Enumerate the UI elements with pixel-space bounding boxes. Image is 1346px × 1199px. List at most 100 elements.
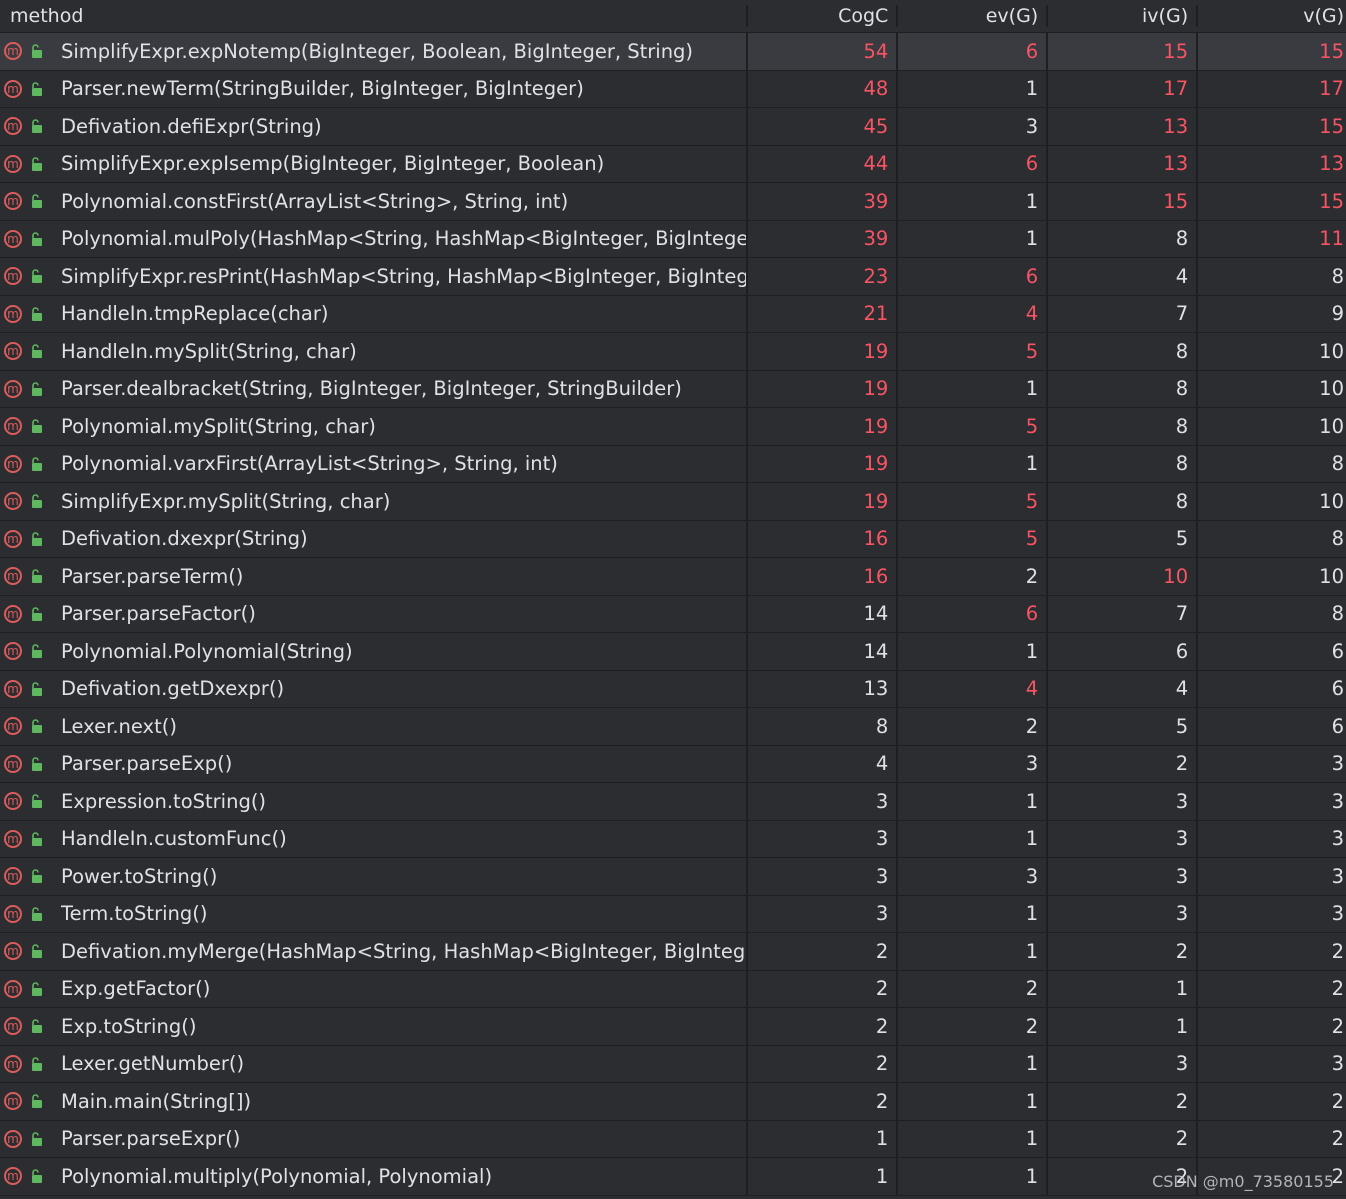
- cell-v: 8: [1331, 264, 1344, 288]
- cell-iv: 8: [1048, 445, 1199, 482]
- table-row[interactable]: m Parser.newTerm(StringBuilder, BigIntege…: [0, 70, 1346, 108]
- table-row[interactable]: m Polynomial.constFirst(ArrayList<String>…: [0, 183, 1346, 221]
- cell-iv: 5: [1048, 520, 1199, 557]
- cell-iv: 3: [1048, 858, 1199, 895]
- cell-cogc: 3: [748, 820, 899, 857]
- cell-v: 3: [1331, 864, 1344, 888]
- table-row[interactable]: m Polynomial.mySplit(String, char) 19 5 8 10: [0, 408, 1346, 446]
- cell-method: m Defivation.getDxexpr(): [0, 670, 749, 707]
- table-row[interactable]: m Power.toString() 3 3 3 3: [0, 858, 1346, 896]
- cell-ev: 3: [898, 745, 1049, 782]
- cell-ev: 4: [898, 670, 1049, 707]
- cell-method: m Parser.parseFactor(): [0, 595, 749, 632]
- public-lock-icon: [32, 756, 42, 771]
- method-icon: m: [4, 1017, 22, 1036]
- public-lock-icon: [32, 944, 42, 959]
- public-lock-icon: [32, 569, 42, 584]
- cell-ev: 2: [898, 558, 1049, 595]
- cell-ev: 5: [898, 333, 1049, 370]
- table-row[interactable]: m SimplifyExpr.resPrint(HashMap<String, H…: [0, 258, 1346, 296]
- table-row[interactable]: m Exp.getFactor() 2 2 1 2: [0, 970, 1346, 1008]
- table-row[interactable]: m Polynomial.Polynomial(String) 14 1 6 6: [0, 633, 1346, 671]
- table-row[interactable]: m Parser.parseTerm() 16 2 10 10: [0, 558, 1346, 596]
- table-row[interactable]: m Defivation.getDxexpr() 13 4 4 6: [0, 670, 1346, 708]
- column-header-method[interactable]: method: [0, 5, 749, 27]
- public-lock-icon: [32, 419, 42, 434]
- cell-method: m Defivation.defiExpr(String): [0, 108, 749, 145]
- method-name: Parser.parseTerm(): [61, 564, 244, 588]
- table-row[interactable]: m Defivation.myMerge(HashMap<String, Hash…: [0, 933, 1346, 971]
- table-row[interactable]: m Defivation.dxexpr(String) 16 5 5 8: [0, 520, 1346, 558]
- cell-v: 3: [1331, 827, 1344, 851]
- table-row[interactable]: m Lexer.next() 8 2 5 6: [0, 708, 1346, 746]
- table-row[interactable]: m HandleIn.customFunc() 3 1 3 3: [0, 820, 1346, 858]
- cell-ev: 6: [898, 258, 1049, 295]
- cell-ev: 6: [898, 33, 1049, 70]
- table-row[interactable]: m Polynomial.mulPoly(HashMap<String, Hash…: [0, 220, 1346, 258]
- method-icon: m: [4, 717, 22, 736]
- method-icon: m: [4, 79, 22, 98]
- table-row[interactable]: m Parser.parseFactor() 14 6 7 8: [0, 595, 1346, 633]
- method-name: Polynomial.multiply(Polynomial, Polynomi…: [61, 1164, 493, 1188]
- table-row[interactable]: m Parser.parseExp() 4 3 2 3: [0, 745, 1346, 783]
- cell-cogc: 16: [748, 558, 899, 595]
- cell-cogc: 2: [748, 1083, 899, 1120]
- method-icon: m: [4, 942, 22, 961]
- table-row[interactable]: m Main.main(String[]) 2 1 2 2: [0, 1083, 1346, 1121]
- table-row[interactable]: m Expression.toString() 3 1 3 3: [0, 783, 1346, 821]
- method-name: Expression.toString(): [61, 789, 267, 813]
- method-name: Parser.newTerm(StringBuilder, BigInteger…: [61, 77, 584, 101]
- method-name: Power.toString(): [61, 864, 218, 888]
- cell-ev: 5: [898, 520, 1049, 557]
- public-lock-icon: [32, 44, 42, 59]
- table-row[interactable]: m HandleIn.mySplit(String, char) 19 5 8 10: [0, 333, 1346, 371]
- method-name: Parser.parseExpr(): [61, 1127, 241, 1151]
- cell-v: 2: [1331, 1127, 1344, 1151]
- method-name: Main.main(String[]): [61, 1089, 252, 1113]
- column-header-ev[interactable]: ev(G): [898, 5, 1049, 27]
- cell-method: m Polynomial.Polynomial(String): [0, 633, 749, 670]
- cell-v: 10: [1319, 564, 1344, 588]
- table-row[interactable]: m Parser.parseExpr() 1 1 2 2: [0, 1120, 1346, 1158]
- column-header-v[interactable]: v(G): [1198, 5, 1346, 27]
- method-icon: m: [4, 567, 22, 586]
- method-icon: m: [4, 117, 22, 136]
- cell-ev: 1: [898, 1120, 1049, 1157]
- cell-v: 3: [1331, 752, 1344, 776]
- table-row[interactable]: m SimplifyExpr.expIsemp(BigInteger, BigIn…: [0, 145, 1346, 183]
- public-lock-icon: [32, 831, 42, 846]
- method-name: Polynomial.Polynomial(String): [61, 639, 353, 663]
- cell-iv: 3: [1048, 820, 1199, 857]
- table-row[interactable]: m Polynomial.multiply(Polynomial, Polynom…: [0, 1158, 1346, 1196]
- method-icon: m: [4, 492, 22, 511]
- cell-iv: 1: [1048, 970, 1199, 1007]
- cell-v: 6: [1331, 714, 1344, 738]
- table-row[interactable]: m Polynomial.varxFirst(ArrayList<String>,…: [0, 445, 1346, 483]
- table-row[interactable]: m Term.toString() 3 1 3 3: [0, 895, 1346, 933]
- cell-cogc: 14: [748, 633, 899, 670]
- method-icon: m: [4, 454, 22, 473]
- method-name: Polynomial.mulPoly(HashMap<String, HashM…: [61, 227, 747, 251]
- cell-method: m HandleIn.tmpReplace(char): [0, 295, 749, 332]
- table-row[interactable]: m HandleIn.tmpReplace(char) 21 4 7 9: [0, 295, 1346, 333]
- table-row[interactable]: m SimplifyExpr.expNotemp(BigInteger, Bool…: [0, 33, 1346, 71]
- table-row[interactable]: m Exp.toString() 2 2 1 2: [0, 1008, 1346, 1046]
- column-header-cogc[interactable]: CogC: [748, 5, 899, 27]
- method-icon: m: [4, 154, 22, 173]
- method-name: HandleIn.mySplit(String, char): [61, 339, 357, 363]
- column-header-iv[interactable]: iv(G): [1048, 5, 1199, 27]
- cell-v: 3: [1331, 789, 1344, 813]
- cell-ev: 2: [898, 1008, 1049, 1045]
- table-row[interactable]: m Parser.dealbracket(String, BigInteger, …: [0, 370, 1346, 408]
- cell-v: 17: [1319, 77, 1344, 101]
- cell-method: m Polynomial.multiply(Polynomial, Polynom…: [0, 1158, 749, 1195]
- table-row[interactable]: m SimplifyExpr.mySplit(String, char) 19 5 8 1…: [0, 483, 1346, 521]
- cell-iv: 7: [1048, 595, 1199, 632]
- cell-method: m Lexer.next(): [0, 708, 749, 745]
- cell-v: 8: [1331, 602, 1344, 626]
- method-name: Lexer.next(): [61, 714, 177, 738]
- public-lock-icon: [32, 194, 42, 209]
- table-row[interactable]: m Lexer.getNumber() 2 1 3 3: [0, 1045, 1346, 1083]
- cell-iv: 8: [1048, 370, 1199, 407]
- table-row[interactable]: m Defivation.defiExpr(String) 45 3 13 15: [0, 108, 1346, 146]
